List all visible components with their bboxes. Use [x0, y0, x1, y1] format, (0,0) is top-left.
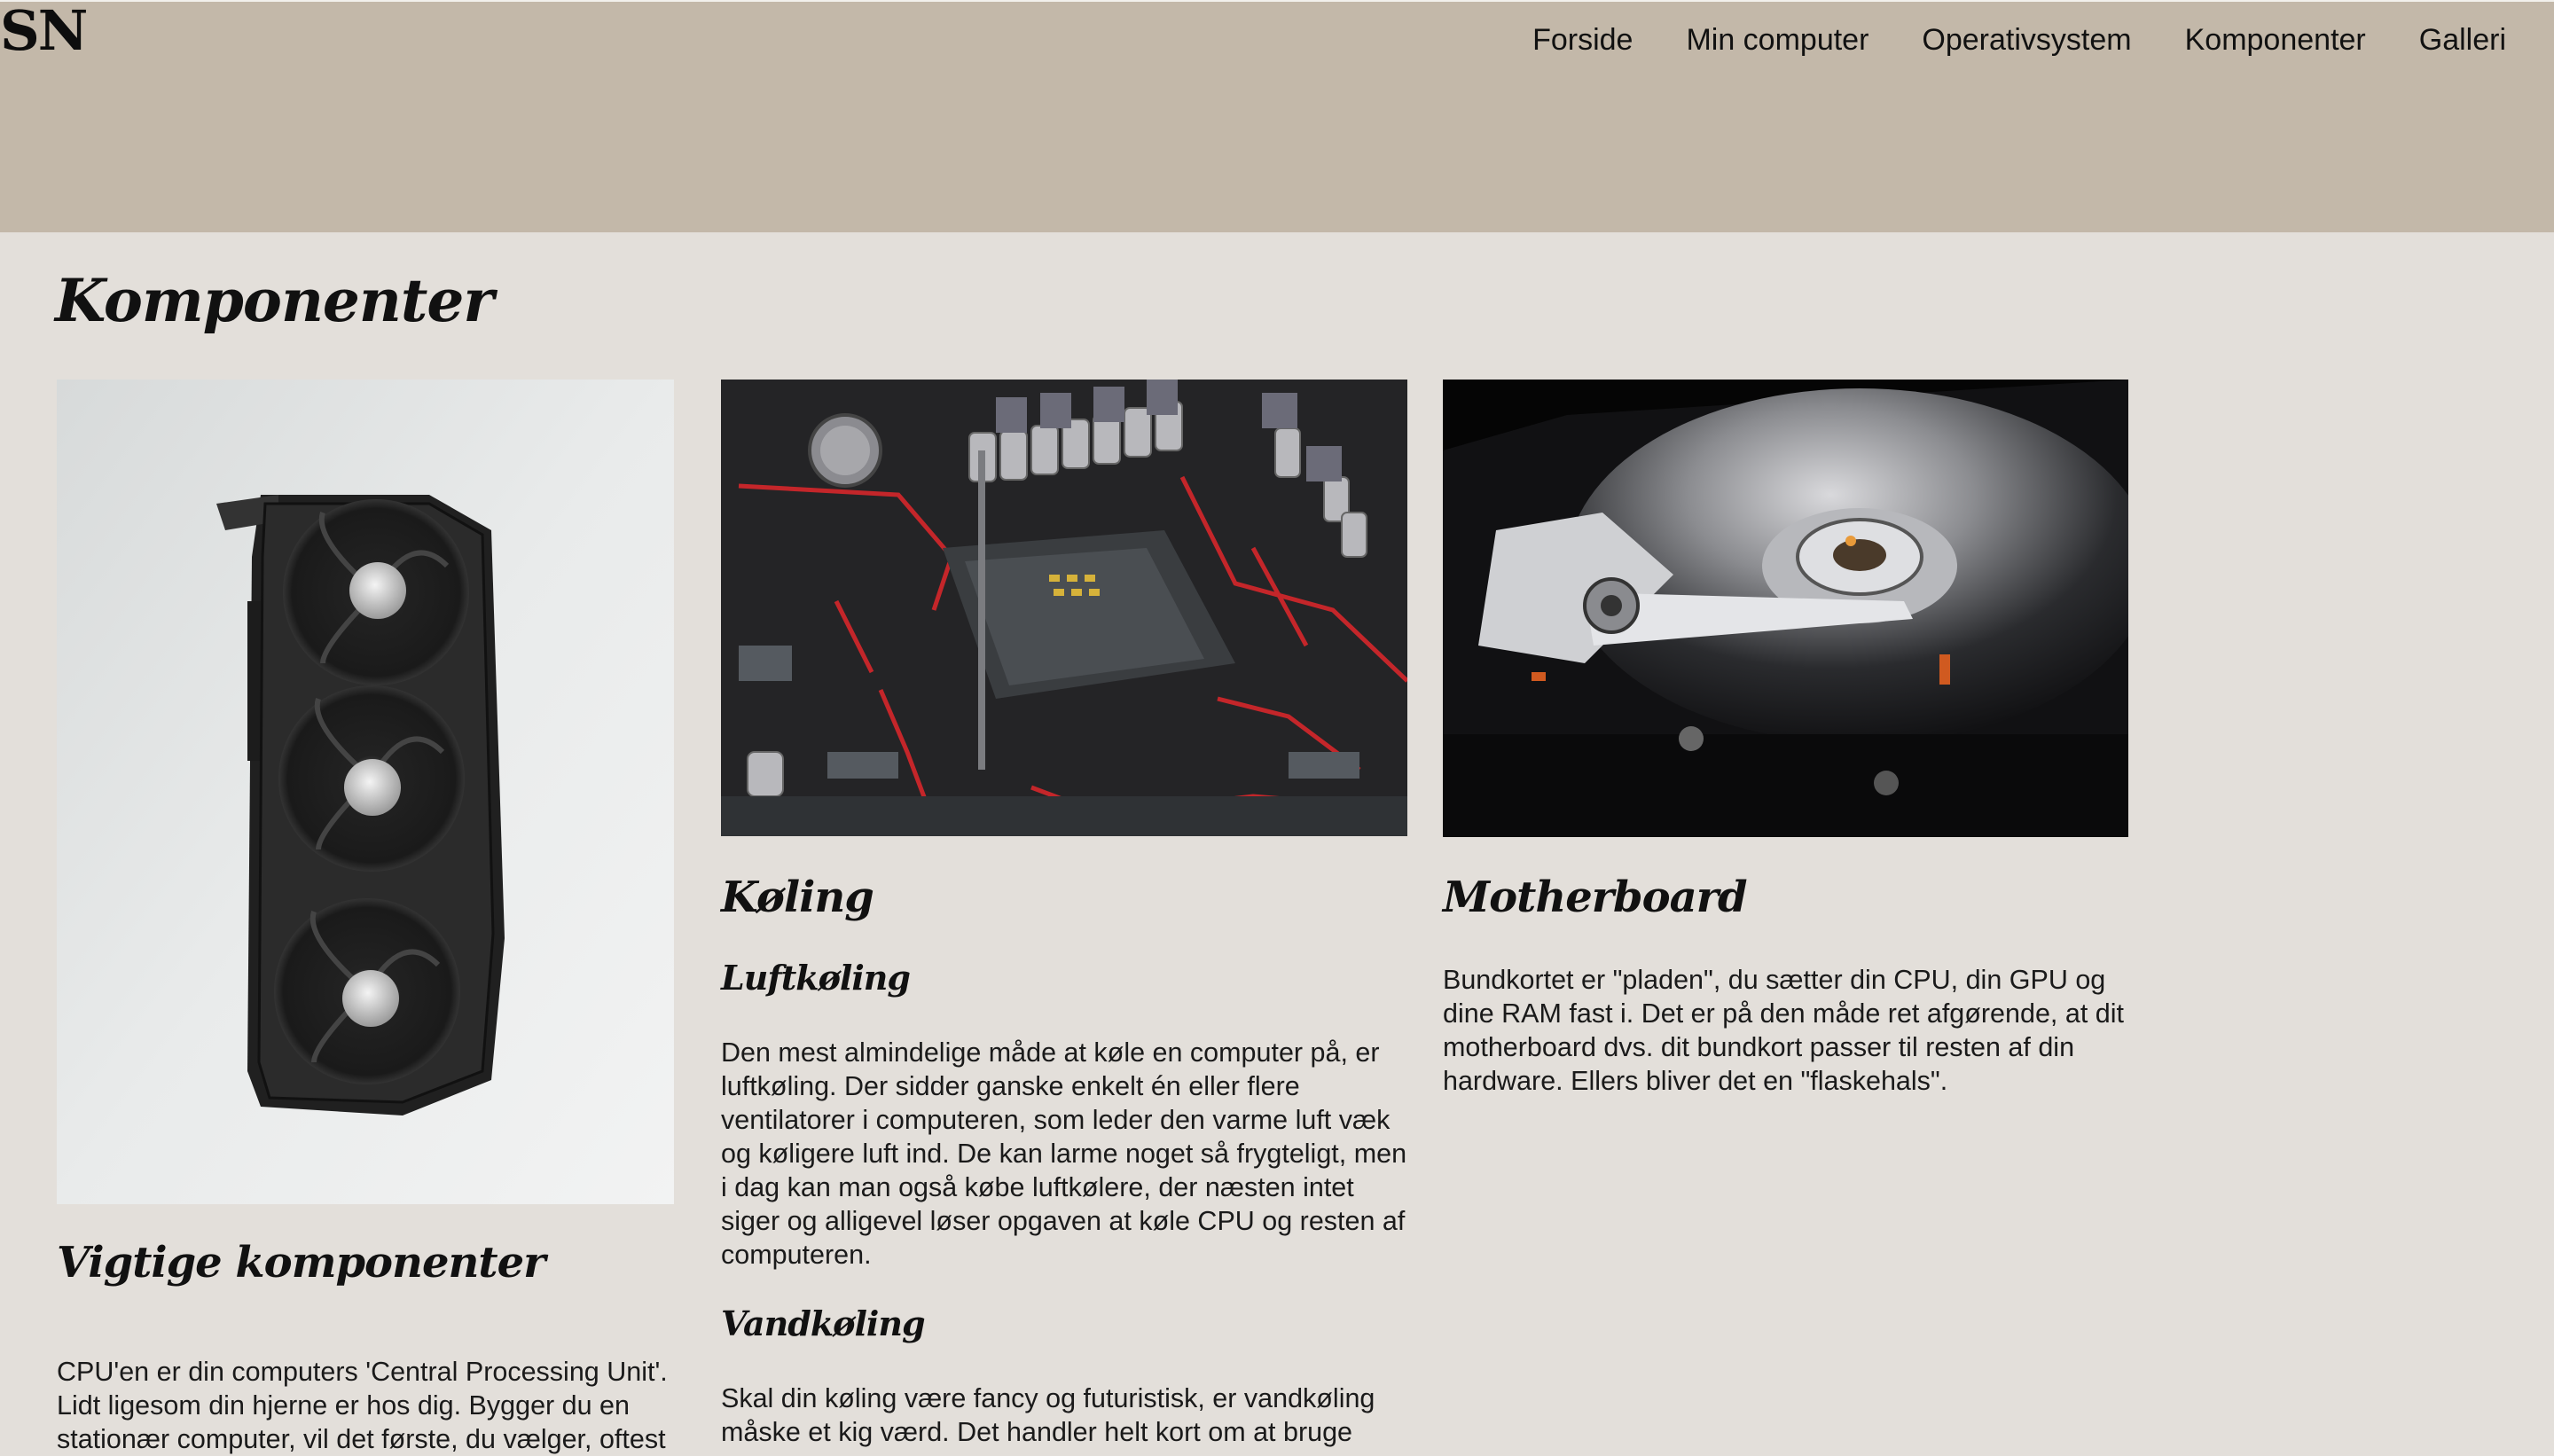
paragraph-vandkoling: Skal din køling være fancy og futuristis… [721, 1383, 1375, 1447]
hard-drive-image [1443, 380, 2128, 837]
nav-link-forside[interactable]: Forside [1532, 23, 1633, 58]
paragraph-luftkoling: Den mest almindelige måde at køle en com… [721, 1037, 1407, 1270]
heading-koling: Køling [721, 873, 874, 922]
nav-link-galleri[interactable]: Galleri [2419, 23, 2506, 58]
column-vigtige-komponenter: Vigtige komponenter CPU'en er din comput… [57, 380, 674, 1454]
nav-link-komponenter[interactable]: Komponenter [2185, 23, 2366, 58]
heading-luftkoling: Luftkøling [721, 958, 911, 998]
heading-vigtige-komponenter: Vigtige komponenter [57, 1238, 545, 1288]
column-koling: Køling Luftkøling Den mest almindelige m… [721, 380, 1407, 1447]
column-motherboard: Motherboard Bundkortet er "pladen", du s… [1443, 380, 2128, 1096]
nav-link-operativsystem[interactable]: Operativsystem [1922, 23, 2131, 58]
motherboard-socket-image [721, 380, 1407, 836]
site-logo[interactable]: SN [0, 4, 88, 59]
graphics-card-image [57, 380, 674, 1204]
page-title: Komponenter [55, 266, 494, 335]
site-header: SN Forside Min computer Operativsystem K… [0, 0, 2554, 232]
heading-motherboard: Motherboard [1443, 873, 1748, 922]
nav-link-min-computer[interactable]: Min computer [1686, 23, 1868, 58]
paragraph-motherboard: Bundkortet er "pladen", du sætter din CP… [1443, 965, 2124, 1096]
paragraph-cpu: CPU'en er din computers 'Central Process… [57, 1357, 668, 1454]
main-nav: Forside Min computer Operativsystem Komp… [1532, 23, 2506, 58]
heading-vandkoling: Vandkøling [721, 1303, 926, 1343]
